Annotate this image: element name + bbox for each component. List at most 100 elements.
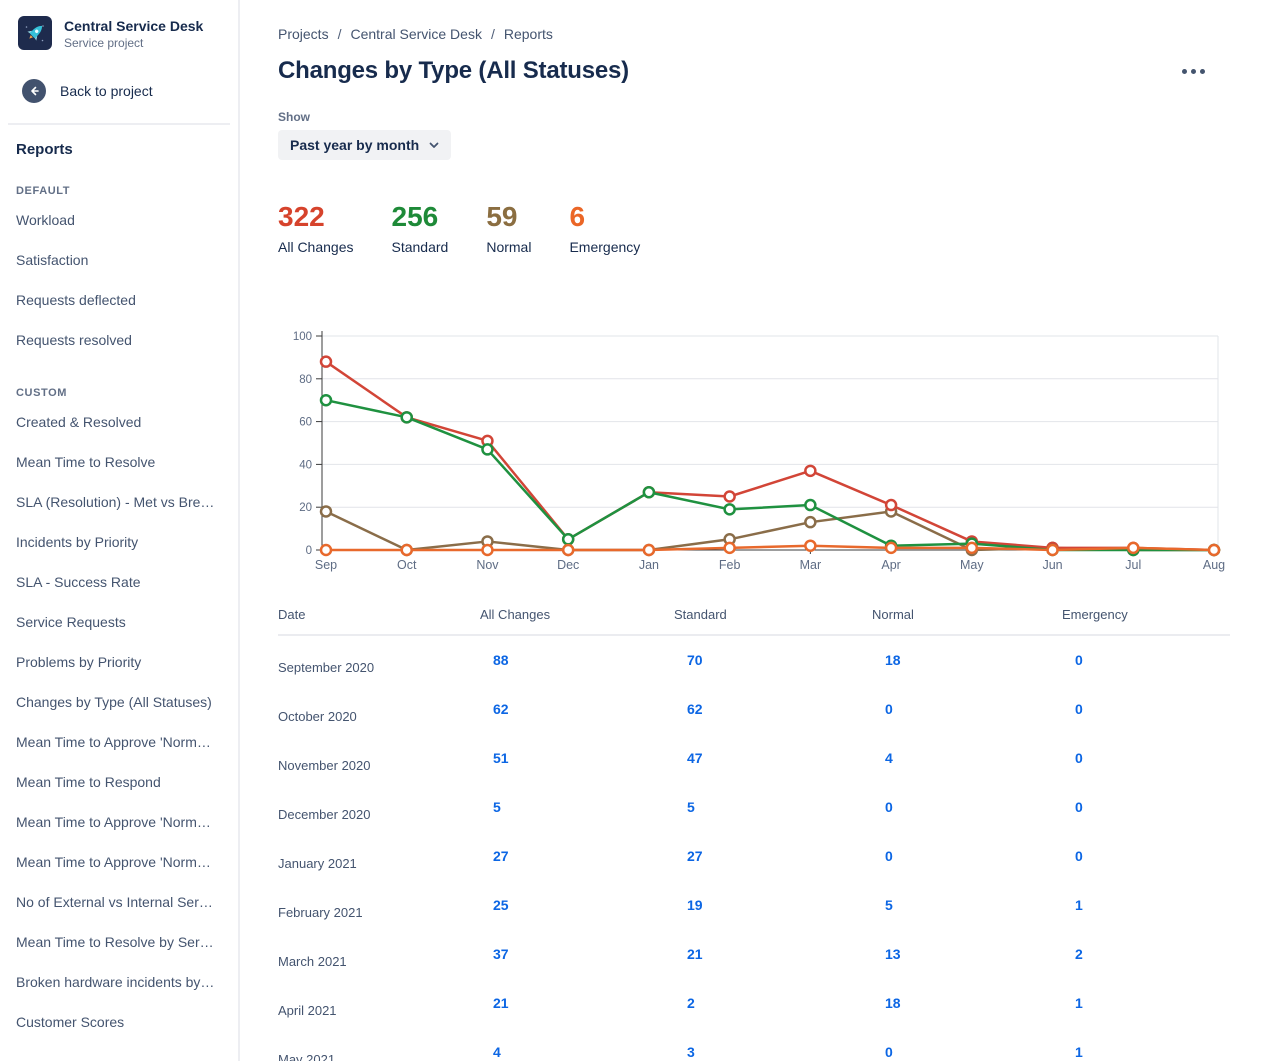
table-row: October 2020626200 [278,685,1230,734]
sidebar-item[interactable]: Incidents by Priority [16,522,222,562]
count-cell: 5 [872,897,1062,915]
count-link[interactable]: 88 [480,652,509,668]
sidebar-item[interactable]: Workload [16,200,222,240]
count-link[interactable]: 1 [1062,1044,1083,1060]
row-date: November 2020 [278,758,480,773]
count-link[interactable]: 0 [872,848,893,864]
count-link[interactable]: 18 [872,995,901,1011]
more-options-button[interactable] [1178,61,1209,82]
table-row: November 202051 47 4 0 [278,734,1230,783]
count-link[interactable]: 27 [480,848,509,864]
data-point[interactable] [321,395,331,405]
data-point[interactable] [805,541,815,551]
count-link[interactable]: 2 [674,995,695,1011]
data-point[interactable] [805,517,815,527]
count-link[interactable]: 0 [872,799,893,815]
count-link[interactable]: 0 [872,1044,893,1060]
count-link[interactable]: 5 [480,799,501,815]
count-link[interactable]: 1 [1062,897,1083,913]
count-link[interactable]: 70 [674,652,703,668]
count-link[interactable]: 4 [480,1044,501,1060]
count-link[interactable]: 13 [872,946,901,962]
count-link[interactable]: 62 [674,701,703,717]
sidebar-item[interactable]: Problems by Priority [16,642,222,682]
count-link[interactable]: 0 [1062,848,1083,864]
period-dropdown[interactable]: Past year by month [278,130,451,160]
breadcrumb-link[interactable]: Central Service Desk [350,26,482,42]
data-point[interactable] [402,545,412,555]
sidebar-item[interactable]: Created & Resolved [16,402,222,442]
sidebar-item[interactable]: Mean Time to Resolve by Ser… [16,922,222,962]
count-cell: 62 [480,701,674,719]
data-point[interactable] [563,534,573,544]
sidebar-item[interactable]: Broken hardware incidents by… [16,962,222,1002]
sidebar-item[interactable]: Customer Scores [16,1002,222,1042]
sidebar-item[interactable]: Requests resolved [16,320,222,360]
sidebar-item[interactable]: SLA (Resolution) - Met vs Bre… [16,482,222,522]
breadcrumb-link[interactable]: Reports [504,26,553,42]
count-cell: 18 [872,995,1062,1013]
count-link[interactable]: 62 [480,701,509,717]
data-point[interactable] [805,466,815,476]
sidebar-item[interactable]: Mean Time to Approve 'Norm… [16,722,222,762]
count-link[interactable]: 2 [1062,946,1083,962]
sidebar-item[interactable]: SLA - Success Rate [16,562,222,602]
count-link[interactable]: 0 [1062,652,1083,668]
sidebar-item[interactable]: Mean Time to Approve 'Norm… [16,842,222,882]
data-point[interactable] [805,500,815,510]
data-point[interactable] [725,492,735,502]
data-point[interactable] [1209,545,1219,555]
count-link[interactable]: 21 [480,995,509,1011]
sidebar-item[interactable]: Mean Time to Respond [16,762,222,802]
count-link[interactable]: 47 [674,750,703,766]
count-link[interactable]: 25 [480,897,509,913]
data-point[interactable] [321,357,331,367]
svg-text:Oct: Oct [397,558,417,572]
count-link[interactable]: 0 [1062,701,1083,717]
sidebar-item[interactable]: No of External vs Internal Ser… [16,882,222,922]
count-link[interactable]: 5 [872,897,893,913]
count-cell: 5 [480,799,674,817]
sidebar-item[interactable]: Satisfaction [16,240,222,280]
data-point[interactable] [725,543,735,553]
data-point[interactable] [321,545,331,555]
data-point[interactable] [967,543,977,553]
data-point[interactable] [644,487,654,497]
count-link[interactable]: 27 [674,848,703,864]
data-point[interactable] [886,543,896,553]
breadcrumb-separator: / [491,26,495,42]
count-link[interactable]: 0 [1062,799,1083,815]
breadcrumb-link[interactable]: Projects [278,26,329,42]
count-link[interactable]: 1 [1062,995,1083,1011]
stat-value: 256 [392,202,449,232]
count-link[interactable]: 5 [674,799,695,815]
data-point[interactable] [886,500,896,510]
sidebar-item[interactable]: Mean Time to Approve 'Norm… [16,802,222,842]
count-link[interactable]: 4 [872,750,893,766]
count-link[interactable]: 51 [480,750,509,766]
project-type: Service project [64,36,203,50]
sidebar-item[interactable]: Requests deflected [16,280,222,320]
sidebar-item[interactable]: Changes by Type (All Statuses) [16,682,222,722]
data-point[interactable] [402,412,412,422]
count-cell: 62 [674,701,872,719]
count-link[interactable]: 19 [674,897,703,913]
data-point[interactable] [321,506,331,516]
count-link[interactable]: 21 [674,946,703,962]
count-link[interactable]: 0 [1062,750,1083,766]
app-window: Central Service Desk Service project Bac… [0,0,1271,1061]
data-point[interactable] [482,545,492,555]
data-point[interactable] [725,504,735,514]
data-point[interactable] [482,444,492,454]
data-point[interactable] [1128,543,1138,553]
data-point[interactable] [1048,545,1058,555]
back-to-project-button[interactable]: Back to project [16,79,222,103]
count-link[interactable]: 18 [872,652,901,668]
data-point[interactable] [644,545,654,555]
count-link[interactable]: 37 [480,946,509,962]
sidebar-item[interactable]: Service Requests [16,602,222,642]
count-link[interactable]: 3 [674,1044,695,1060]
sidebar-item[interactable]: Mean Time to Resolve [16,442,222,482]
count-link[interactable]: 0 [872,701,893,717]
data-point[interactable] [563,545,573,555]
